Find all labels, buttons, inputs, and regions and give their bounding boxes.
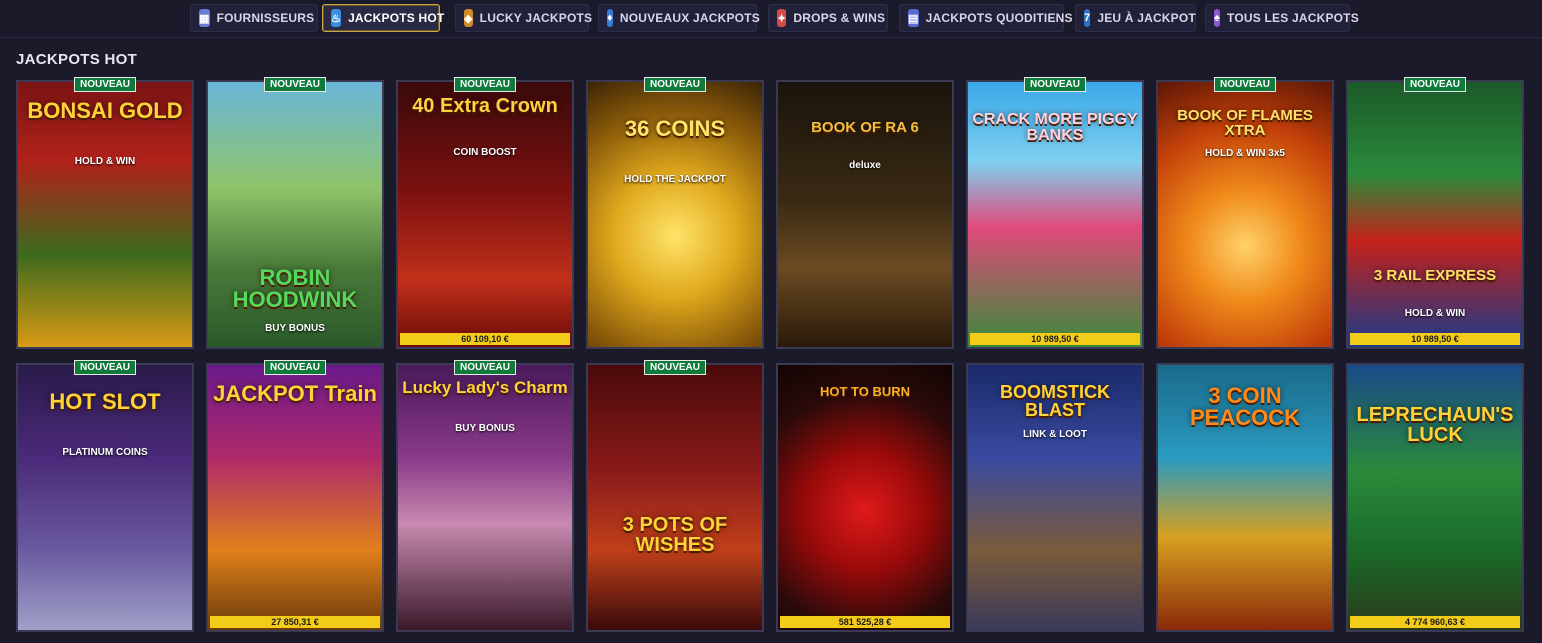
game-title: 3 RAIL EXPRESS [1373,267,1497,284]
new-badge: NOUVEAU [263,77,327,92]
game-title: HOT SLOT [49,389,161,414]
game-title: 36 COINS [624,116,726,141]
game-subtitle: BUY BONUS [455,423,515,435]
tab-jackpots-hot[interactable]: ♨ JACKPOTS HOT [322,4,444,32]
new-badge: NOUVEAU [73,360,137,375]
game-title: HOT TO BURN [819,384,911,399]
jackpot-amount: 581 525,28 € [780,616,950,628]
jackpot-category-nav: ▦ FOURNISSEURS ♨ JACKPOTS HOT ◈ LUCKY JACKPOT… [0,0,1542,38]
jackpot-amount: 10 989,50 € [970,333,1140,345]
new-badge: NOUVEAU [263,360,327,375]
jackpot-amount: 27 850,31 € [210,616,380,628]
ticket-icon: ◈ [464,9,473,27]
tab-label: FOURNISSEURS [216,11,315,25]
tab-tous-les-jackpots[interactable]: ♠ TOUS LES JACKPOTS [1205,4,1359,32]
new-badge: NOUVEAU [1403,77,1467,92]
new-badge: NOUVEAU [1023,77,1087,92]
game-title: 3 POTS OF WISHES [622,514,728,556]
game-title: Lucky Lady's Charm [402,378,568,397]
game-title: CRACK MORE PIGGY BANKS [972,111,1138,144]
game-subtitle: HOLD THE JACKPOT [624,173,726,185]
tab-label: LUCKY JACKPOTS [479,11,593,25]
game-tile[interactable]: HOT SLOT PLATINUM COINS NOUVEAU [16,360,194,632]
game-thumbnail [398,365,572,630]
gift-icon: ✦ [777,9,787,27]
game-subtitle: PLATINUM COINS [62,446,148,458]
game-title: BOOK OF FLAMES XTRA [1177,107,1313,139]
game-tile[interactable]: HOT TO BURN 581 525,28 € [776,363,954,632]
game-tile[interactable]: ROBIN HOODWINK BUY BONUS NOUVEAU [206,77,384,349]
jackpot-amount: 60 109,10 € [400,333,570,345]
game-tile[interactable]: LEPRECHAUN'S LUCK 4 774 960,63 € [1346,363,1524,632]
game-title: BOOMSTICK BLAST [1000,382,1110,420]
game-title: ROBIN HOODWINK [232,265,358,312]
game-tile[interactable]: 40 Extra Crown COIN BOOST NOUVEAU 60 109,10… [396,77,574,349]
game-tile[interactable]: BONSAI GOLD HOLD & WIN NOUVEAU [16,77,194,349]
game-title: BOOK OF RA 6 [811,119,919,136]
tab-label: NOUVEAUX JACKPOTS [619,11,760,25]
game-tile[interactable]: CRACK MORE PIGGY BANKS NOUVEAU 10 989,50 € [966,77,1144,349]
new-badge: NOUVEAU [453,77,517,92]
game-subtitle: HOLD & WIN [74,155,136,167]
game-subtitle: deluxe [849,159,881,171]
tab-label: DROPS & WINS [793,11,886,25]
new-badge: NOUVEAU [643,360,707,375]
tab-drops-wins[interactable]: ✦ DROPS & WINS [768,4,888,32]
game-tile[interactable]: 3 RAIL EXPRESS HOLD & WIN NOUVEAU 10 989,50… [1346,77,1524,349]
game-tile[interactable]: 3 COIN PEACOCK [1156,363,1334,632]
tab-label: TOUS LES JACKPOTS [1227,11,1359,25]
jackpot-amount: 10 989,50 € [1350,333,1520,345]
new-badge: NOUVEAU [73,77,137,92]
slot-machine-icon: 7 [1084,9,1091,27]
game-subtitle: LINK & LOOT [1023,429,1087,441]
game-tile[interactable]: Lucky Lady's Charm BUY BONUS NOUVEAU [396,360,574,632]
game-tile[interactable]: BOOK OF FLAMES XTRA HOLD & WIN 3x5 NOUVEAU [1156,77,1334,349]
jackpot-amount: 4 774 960,63 € [1350,616,1520,628]
game-title: LEPRECHAUN'S LUCK [1356,404,1514,446]
cards-icon: ♠ [1214,9,1221,27]
tab-label: JEU À JACKPOT [1097,11,1196,25]
game-tile[interactable]: BOOK OF RA 6 deluxe [776,80,954,349]
new-badge: NOUVEAU [643,77,707,92]
tab-lucky-jackpots[interactable]: ◈ LUCKY JACKPOTS [455,4,592,32]
providers-icon: ▦ [199,9,210,27]
tab-jeu-jackpot[interactable]: 7 JEU À JACKPOT [1075,4,1196,32]
new-badge: NOUVEAU [1213,77,1277,92]
game-tile[interactable]: BOOMSTICK BLAST LINK & LOOT [966,363,1144,632]
game-thumbnail [588,365,762,630]
game-title: 3 COIN PEACOCK [1189,383,1300,430]
game-subtitle: HOLD & WIN [1404,307,1466,319]
game-subtitle: COIN BOOST [453,147,517,158]
bottle-icon: ♦ [607,9,613,27]
tab-fournisseurs[interactable]: ▦ FOURNISSEURS [190,4,318,32]
flame-icon: ♨ [331,9,342,27]
tab-jackpots-quoditiens[interactable]: ▤ JACKPOTS QUODITIENS [899,4,1073,32]
game-tile[interactable]: 36 COINS HOLD THE JACKPOT NOUVEAU [586,77,764,349]
game-tile[interactable]: 3 POTS OF WISHES NOUVEAU [586,360,764,632]
tab-label: JACKPOTS QUODITIENS [925,11,1073,25]
tab-label: JACKPOTS HOT [348,11,445,25]
section-title: JACKPOTS HOT [16,51,138,68]
game-tile[interactable]: JACKPOT Train NOUVEAU 27 850,31 € [206,360,384,632]
game-subtitle: BUY BONUS [265,322,325,334]
tab-nouveaux-jackpots[interactable]: ♦ NOUVEAUX JACKPOTS [598,4,760,32]
calendar-icon: ▤ [908,9,919,27]
game-thumbnail [398,82,572,347]
game-title: 40 Extra Crown [412,95,558,117]
game-title: BONSAI GOLD [27,98,183,123]
game-subtitle: HOLD & WIN 3x5 [1204,147,1285,159]
game-title: JACKPOT Train [213,381,377,406]
game-thumbnail [778,365,952,630]
new-badge: NOUVEAU [453,360,517,375]
